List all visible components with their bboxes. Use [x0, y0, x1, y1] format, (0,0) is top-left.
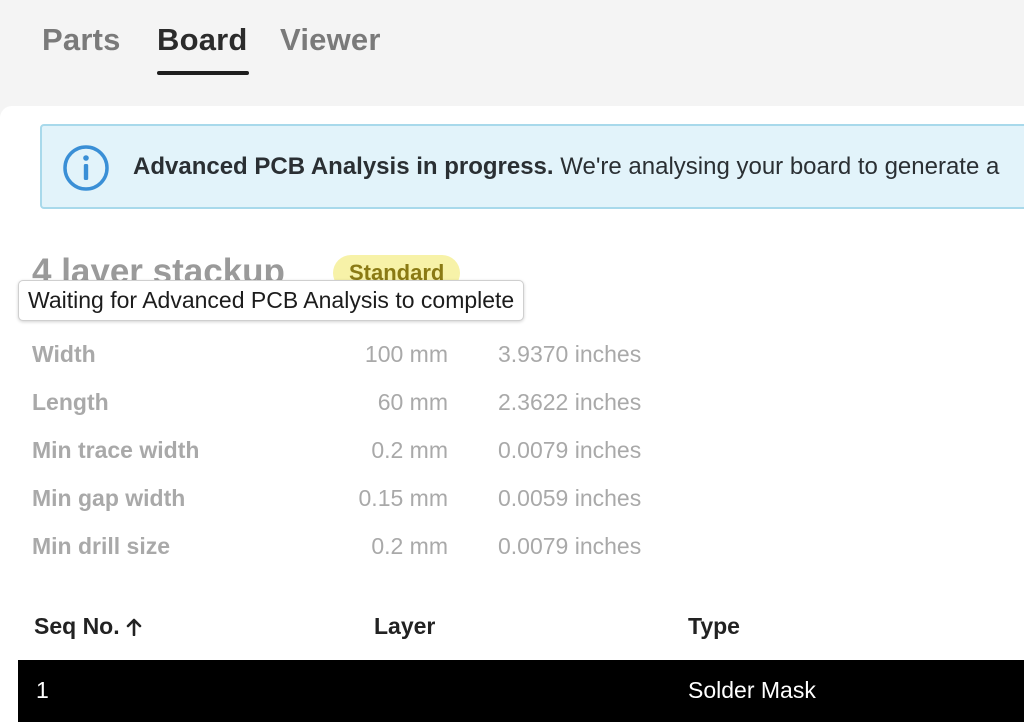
spec-mm-value: 0.2 mm: [371, 533, 448, 559]
column-header-seq-label: Seq No.: [34, 613, 120, 639]
tab-board[interactable]: Board: [157, 22, 248, 58]
column-header-type[interactable]: Type: [688, 613, 740, 640]
tooltip: Waiting for Advanced PCB Analysis to com…: [18, 280, 525, 321]
spec-label: Min trace width: [32, 437, 200, 463]
spec-row-min-gap-width: Min gap width 0.15 mm 0.0059 inches: [0, 485, 700, 515]
spec-label: Min gap width: [32, 485, 186, 511]
banner-detail-text: We're analysing your board to generate a: [560, 153, 1000, 180]
table-row[interactable]: [18, 660, 1024, 722]
spec-row-min-drill-size: Min drill size 0.2 mm 0.0079 inches: [0, 533, 700, 563]
spec-inch-value: 0.0079 inches: [498, 437, 642, 463]
analysis-banner: Advanced PCB Analysis in progress. We're…: [40, 124, 1024, 209]
info-icon: [62, 144, 110, 192]
arrow-up-icon: [126, 615, 142, 642]
table-cell-type: Solder Mask: [688, 677, 816, 703]
spec-row-width: Width 100 mm 3.9370 inches: [0, 341, 700, 371]
active-tab-indicator: [157, 71, 249, 75]
spec-label: Min drill size: [32, 533, 171, 559]
spec-mm-value: 100 mm: [364, 341, 448, 367]
banner-bold-text: Advanced PCB Analysis in progress.: [133, 153, 554, 180]
banner-message: Advanced PCB Analysis in progress. We're…: [133, 153, 999, 181]
spec-inch-value: 0.0079 inches: [498, 533, 642, 559]
spec-mm-value: 0.2 mm: [371, 437, 448, 463]
spec-inch-value: 3.9370 inches: [498, 341, 642, 367]
tab-viewer[interactable]: Viewer: [280, 22, 381, 58]
tab-parts[interactable]: Parts: [42, 22, 121, 58]
table-cell-seq: 1: [36, 677, 49, 703]
spec-mm-value: 60 mm: [377, 389, 448, 415]
spec-mm-value: 0.15 mm: [358, 485, 448, 511]
spec-row-min-trace-width: Min trace width 0.2 mm 0.0079 inches: [0, 437, 700, 467]
spec-label: Length: [32, 389, 109, 415]
column-header-seq[interactable]: Seq No.: [34, 613, 142, 642]
spec-inch-value: 0.0059 inches: [498, 485, 642, 511]
column-header-layer[interactable]: Layer: [374, 613, 435, 640]
spec-inch-value: 2.3622 inches: [498, 389, 642, 415]
spec-label: Width: [32, 341, 96, 367]
spec-row-length: Length 60 mm 2.3622 inches: [0, 389, 700, 419]
